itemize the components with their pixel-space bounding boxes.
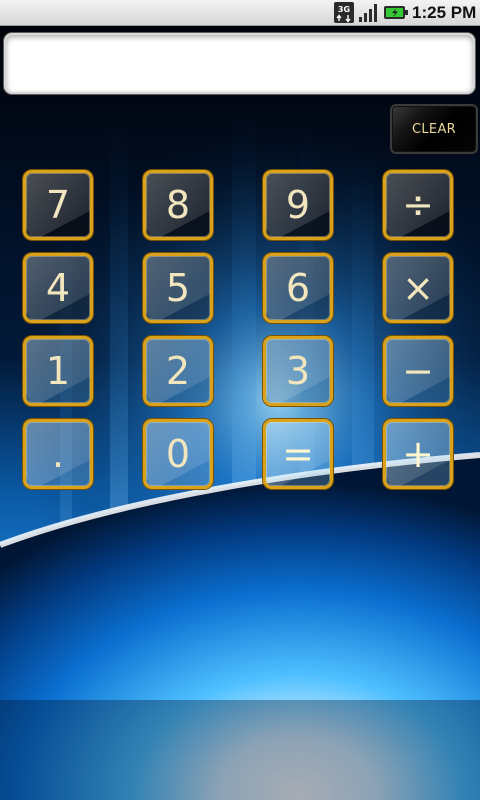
network-3g-icon: 3G [334, 2, 354, 23]
key-3-button[interactable]: 3 [263, 336, 333, 406]
key-label: 9 [285, 183, 311, 227]
decimal-point-button[interactable]: . [23, 419, 93, 489]
key-label: ÷ [402, 183, 434, 227]
key-label: × [402, 266, 434, 310]
subtract-button[interactable]: − [383, 336, 453, 406]
status-clock: 1:25 PM [412, 3, 477, 22]
key-label: 6 [285, 266, 311, 310]
multiply-button[interactable]: × [383, 253, 453, 323]
key-label: − [402, 349, 434, 393]
calculator-screen: 3G 1:25 PM CLEAR 7 8 9 ÷ 4 5 6 × 1 2 3 − [0, 0, 480, 800]
key-label: 8 [165, 183, 191, 227]
key-2-button[interactable]: 2 [143, 336, 213, 406]
key-8-button[interactable]: 8 [143, 170, 213, 240]
key-label: 7 [45, 183, 71, 227]
status-bar: 3G 1:25 PM [0, 0, 480, 26]
equals-button[interactable]: = [263, 419, 333, 489]
key-label: . [51, 432, 65, 476]
key-7-button[interactable]: 7 [23, 170, 93, 240]
result-display[interactable] [4, 33, 475, 94]
network-label: 3G [338, 5, 350, 14]
key-label: 4 [45, 266, 71, 310]
key-label: 0 [165, 432, 191, 476]
key-label: 5 [165, 266, 191, 310]
key-1-button[interactable]: 1 [23, 336, 93, 406]
key-label: 2 [165, 349, 191, 393]
clear-button[interactable]: CLEAR [390, 104, 478, 154]
key-label: 1 [45, 349, 71, 393]
key-4-button[interactable]: 4 [23, 253, 93, 323]
divide-button[interactable]: ÷ [383, 170, 453, 240]
key-6-button[interactable]: 6 [263, 253, 333, 323]
key-0-button[interactable]: 0 [143, 419, 213, 489]
add-button[interactable]: + [383, 419, 453, 489]
key-label: + [402, 432, 434, 476]
key-label: = [282, 432, 314, 476]
key-9-button[interactable]: 9 [263, 170, 333, 240]
signal-strength-icon [359, 4, 377, 22]
key-label: 3 [285, 349, 311, 393]
key-5-button[interactable]: 5 [143, 253, 213, 323]
battery-charging-icon [384, 6, 408, 19]
